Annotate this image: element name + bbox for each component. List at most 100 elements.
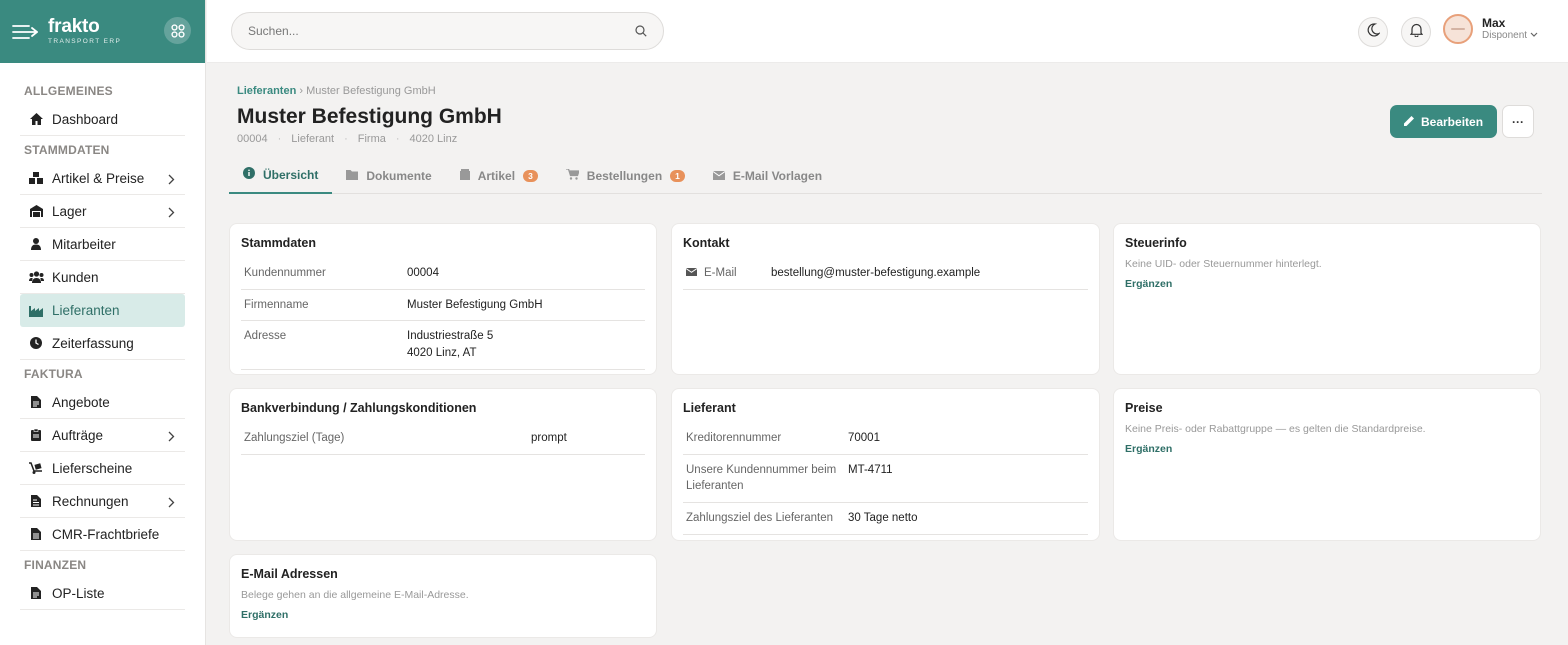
more-options-button[interactable]: ··· bbox=[1502, 105, 1534, 138]
search-input[interactable]: Suchen... bbox=[231, 12, 664, 50]
sidebar-item-label: Kunden bbox=[52, 269, 99, 285]
kv-key: E-Mail bbox=[685, 265, 771, 282]
bell-icon bbox=[1409, 23, 1423, 42]
kv-key-line-1: Unsere Kundennummer beim bbox=[686, 463, 837, 476]
kv-key: Kundennummer bbox=[244, 267, 326, 279]
sidebar-item-auftraege[interactable]: Aufträge bbox=[20, 419, 185, 452]
card-stammdaten: Stammdaten Kundennummer 00004 Firmenname… bbox=[229, 223, 657, 375]
sidebar-item-label: CMR-Frachtbriefe bbox=[52, 526, 160, 542]
kv-row: Zahlungsziel (Tage) prompt bbox=[241, 423, 645, 455]
sidebar-item-artikel-preise[interactable]: Artikel & Preise bbox=[20, 162, 185, 195]
email-label: E-Mail bbox=[704, 267, 737, 279]
document-icon bbox=[28, 527, 44, 541]
sidebar-item-lieferanten[interactable]: Lieferanten bbox=[20, 294, 185, 327]
kv-value: 70001 bbox=[848, 432, 880, 444]
tab-label: Bestellungen bbox=[586, 168, 663, 183]
breadcrumb-separator: › bbox=[299, 85, 304, 97]
tab-dokumente[interactable]: Dokumente bbox=[332, 157, 445, 194]
card-title: Lieferant bbox=[683, 401, 736, 415]
address-line-2: 4020 Linz, AT bbox=[407, 347, 477, 360]
edit-button[interactable]: Bearbeiten bbox=[1390, 105, 1498, 138]
sidebar-item-lieferscheine[interactable]: Lieferscheine bbox=[20, 452, 185, 485]
sidebar-item-kunden[interactable]: Kunden bbox=[20, 261, 185, 294]
kv-value: 00004 bbox=[407, 267, 439, 279]
kv-key: Unsere Kundennummer beim Lieferanten bbox=[686, 462, 848, 495]
apps-icon[interactable] bbox=[164, 17, 191, 44]
page-meta: 00004 · Lieferant · Firma · 4020 Linz bbox=[237, 133, 457, 145]
sidebar-item-label: OP-Liste bbox=[52, 585, 105, 601]
sidebar-item-mitarbeiter[interactable]: Mitarbeiter bbox=[20, 228, 185, 261]
chevron-down-icon bbox=[1530, 30, 1538, 42]
ergaenzen-button[interactable]: Ergänzen bbox=[1125, 278, 1529, 290]
section-finanzen: FINANZEN bbox=[24, 558, 87, 572]
card-title: Bankverbindung / Zahlungskonditionen bbox=[241, 401, 477, 415]
sidebar-item-op-liste[interactable]: OP-Liste bbox=[20, 577, 185, 610]
chevron-right-icon bbox=[168, 496, 175, 511]
kv-value: Muster Befestigung GmbH bbox=[407, 298, 543, 311]
sidebar-nav: ALLGEMEINES Dashboard STAMMDATEN Artikel… bbox=[0, 63, 205, 610]
box-icon bbox=[459, 168, 470, 183]
envelope-icon bbox=[685, 265, 698, 282]
chevron-right-icon bbox=[168, 173, 175, 188]
menu-icon[interactable] bbox=[12, 22, 38, 42]
user-name: Max bbox=[1482, 15, 1506, 30]
card-title: E-Mail Adressen bbox=[241, 567, 338, 581]
tab-bestellungen[interactable]: Bestellungen 1 bbox=[552, 157, 699, 194]
meta-separator: · bbox=[277, 133, 282, 145]
ergaenzen-button[interactable]: Ergänzen bbox=[1125, 443, 1529, 455]
sidebar-item-angebote[interactable]: Angebote bbox=[20, 386, 185, 419]
sidebar-item-dashboard[interactable]: Dashboard bbox=[20, 103, 185, 136]
edit-button-label: Bearbeiten bbox=[1421, 114, 1484, 129]
brand-subtitle: TRANSPORT ERP bbox=[48, 38, 122, 46]
user-role: Disponent bbox=[1482, 30, 1538, 42]
cart-icon bbox=[565, 167, 580, 183]
card-bankverbindung: Bankverbindung / Zahlungskonditionen Zah… bbox=[229, 388, 657, 541]
tab-artikel[interactable]: Artikel 3 bbox=[446, 157, 552, 194]
warehouse-icon bbox=[28, 204, 44, 218]
notifications-button[interactable] bbox=[1401, 17, 1431, 47]
sidebar-item-lager[interactable]: Lager bbox=[20, 195, 185, 228]
card-lieferant: Lieferant Kreditorennummer 70001 Unsere … bbox=[671, 388, 1100, 541]
card-text: Keine UID- oder Steuernummer hinterlegt. bbox=[1125, 258, 1322, 270]
card-email-adressen: E-Mail Adressen Belege gehen an die allg… bbox=[229, 554, 657, 638]
tab-email-vorlagen[interactable]: E-Mail Vorlagen bbox=[699, 157, 836, 194]
sidebar-item-rechnungen[interactable]: Rechnungen bbox=[20, 485, 185, 518]
kv-key: Firmenname bbox=[244, 298, 309, 311]
clipboard-icon bbox=[28, 428, 44, 442]
kv-key: Adresse bbox=[244, 330, 287, 343]
sidebar-item-cmr-frachtbriefe[interactable]: CMR-Frachtbriefe bbox=[20, 518, 185, 551]
invoice-icon bbox=[28, 494, 44, 508]
user-menu[interactable]: Max Disponent bbox=[1443, 14, 1538, 44]
tab-uebersicht[interactable]: Übersicht bbox=[229, 157, 333, 194]
card-title: Preise bbox=[1125, 401, 1163, 415]
card-steuerinfo: Steuerinfo Keine UID- oder Steuernummer … bbox=[1113, 223, 1541, 375]
search-icon[interactable] bbox=[635, 25, 647, 40]
sidebar-item-zeiterfassung[interactable]: Zeiterfassung bbox=[20, 327, 185, 360]
page-title: Muster Befestigung GmbH bbox=[237, 105, 502, 128]
kv-row: Firmenname Muster Befestigung GmbH bbox=[241, 290, 645, 322]
ergaenzen-button[interactable]: Ergänzen bbox=[241, 609, 645, 621]
brand-name: frakto bbox=[48, 16, 100, 38]
person-icon bbox=[28, 237, 44, 251]
sidebar-item-label: Artikel & Preise bbox=[52, 170, 145, 186]
kv-value: Industriestraße 5 4020 Linz, AT bbox=[407, 328, 493, 361]
kv-value: prompt bbox=[531, 432, 567, 444]
logo[interactable]: frakto TRANSPORT ERP bbox=[48, 17, 121, 46]
kv-value: MT-4711 bbox=[848, 463, 893, 476]
dark-mode-toggle[interactable] bbox=[1358, 17, 1388, 47]
breadcrumb-parent[interactable]: Lieferanten bbox=[237, 85, 296, 97]
kv-row: Kreditorennummer 70001 bbox=[683, 423, 1088, 455]
sidebar-item-label: Dashboard bbox=[52, 111, 119, 127]
tab-badge: 3 bbox=[523, 169, 538, 182]
tab-label: Dokumente bbox=[366, 168, 432, 183]
home-icon bbox=[28, 112, 44, 126]
email-link[interactable]: bestellung@muster-befestigung.example bbox=[771, 265, 980, 282]
meta-type: Lieferant bbox=[291, 133, 335, 145]
topbar: Suchen... Max Disponent bbox=[207, 0, 1568, 63]
sidebar-item-label: Rechnungen bbox=[52, 493, 129, 509]
kv-key: Kreditorennummer bbox=[686, 432, 782, 444]
dolly-icon bbox=[28, 461, 44, 475]
section-stammdaten: STAMMDATEN bbox=[24, 143, 110, 157]
moon-icon bbox=[1366, 22, 1381, 42]
kv-value: 30 Tage netto bbox=[848, 512, 918, 525]
